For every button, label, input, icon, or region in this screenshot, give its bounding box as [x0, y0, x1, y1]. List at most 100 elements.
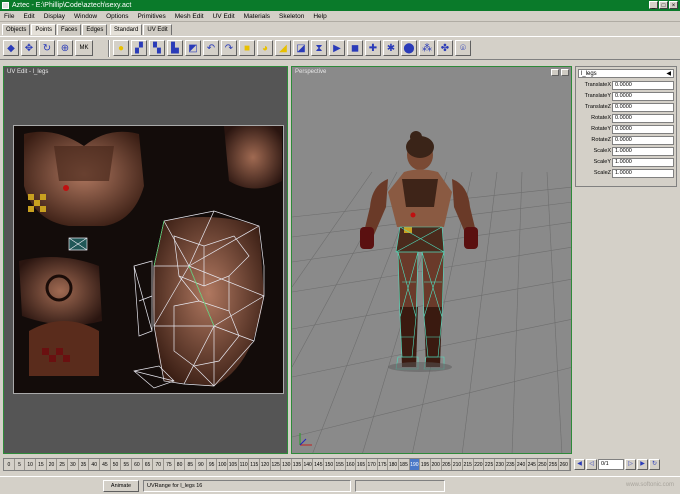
timeline-frame[interactable]: 155 — [335, 459, 346, 470]
rotate-y-field[interactable]: 0.0000 — [612, 124, 674, 134]
timeline-frame[interactable]: 235 — [506, 459, 517, 470]
timeline-frame[interactable]: 95 — [207, 459, 218, 470]
animate-button[interactable]: Animate — [103, 480, 139, 492]
menu-help[interactable]: Help — [313, 13, 326, 20]
timeline-frame[interactable]: 105 — [228, 459, 239, 470]
menu-file[interactable]: File — [4, 13, 14, 20]
extrude-icon[interactable]: ▙ — [167, 40, 183, 56]
help-icon[interactable]: ⌾ — [455, 40, 471, 56]
timeline-frame[interactable]: 260 — [559, 459, 570, 470]
maximize-button[interactable]: □ — [659, 1, 668, 9]
menu-window[interactable]: Window — [74, 13, 97, 20]
menu-display[interactable]: Display — [44, 13, 65, 20]
uv-edit-panel[interactable]: UV Edit - l_legs — [3, 66, 288, 454]
texture-icon[interactable]: ◢ — [275, 40, 291, 56]
timeline-frame[interactable]: 10 — [25, 459, 37, 470]
timeline-frame[interactable]: 50 — [111, 459, 122, 470]
timeline-frame[interactable]: 160 — [346, 459, 357, 470]
timeline-frame[interactable]: 70 — [153, 459, 165, 470]
timeline-frame[interactable]: 185 — [399, 459, 410, 470]
translate-y-field[interactable]: 0.0000 — [612, 91, 674, 101]
menu-skeleton[interactable]: Skeleton — [279, 13, 304, 20]
timeline-frame[interactable]: 180 — [388, 459, 399, 470]
rotate-tool-icon[interactable]: ↻ — [39, 40, 55, 56]
translate-z-field[interactable]: 0.0000 — [612, 102, 674, 112]
scale-tool-icon[interactable]: ⊕ — [57, 40, 73, 56]
uv-texture-image[interactable] — [13, 125, 284, 394]
skin-icon[interactable]: ✤ — [437, 40, 453, 56]
timeline-frame[interactable]: 175 — [378, 459, 389, 470]
timeline-frame[interactable]: 230 — [495, 459, 506, 470]
scale-x-field[interactable]: 1.0000 — [612, 146, 674, 156]
timeline-frame[interactable]: 190 — [409, 459, 421, 470]
timeline-frame[interactable]: 100 — [217, 459, 229, 470]
timeline-frame[interactable]: 195 — [420, 459, 431, 470]
timeline-frame[interactable]: 75 — [164, 459, 175, 470]
timeline-frame[interactable]: 40 — [89, 459, 101, 470]
menu-primitives[interactable]: Primitives — [138, 13, 166, 20]
timeline-frame[interactable]: 25 — [57, 459, 69, 470]
joint-icon[interactable]: ⬤ — [401, 40, 417, 56]
timeline-frame[interactable]: 80 — [175, 459, 186, 470]
weld-icon[interactable]: ▞ — [131, 40, 147, 56]
timeline-frame[interactable]: 200 — [431, 459, 442, 470]
timeline-frame[interactable]: 120 — [260, 459, 271, 470]
cube-icon[interactable]: ◼ — [347, 40, 363, 56]
scale-y-field[interactable]: 1.0000 — [612, 157, 674, 167]
chain-icon[interactable]: ⁂ — [419, 40, 435, 56]
tab-uv-edit[interactable]: UV Edit — [143, 24, 172, 35]
loop-icon[interactable]: ↻ — [649, 459, 660, 470]
select-tool-icon[interactable]: ◆ — [3, 40, 19, 56]
rewind-icon[interactable]: ◀ — [574, 459, 585, 470]
timeline-frame[interactable]: 55 — [121, 459, 133, 470]
timeline-frame[interactable]: 255 — [548, 459, 559, 470]
tab-objects[interactable]: Objects — [2, 24, 31, 35]
timeline-frame[interactable]: 245 — [527, 459, 538, 470]
timeline-frame[interactable]: 250 — [538, 459, 549, 470]
timeline-frame[interactable]: 115 — [249, 459, 261, 470]
object-select[interactable]: l_legs ◀ — [578, 69, 674, 78]
minimize-button[interactable]: _ — [649, 1, 658, 9]
timeline-frame[interactable]: 60 — [132, 459, 143, 470]
timeline-frame[interactable]: 140 — [303, 459, 314, 470]
timeline-frame[interactable]: 125 — [271, 459, 282, 470]
rotate-x-field[interactable]: 0.0000 — [612, 113, 674, 123]
timeline-frame[interactable]: 165 — [356, 459, 367, 470]
timeline-frame[interactable]: 225 — [484, 459, 495, 470]
bone-icon[interactable]: ✱ — [383, 40, 399, 56]
timeline-frame[interactable]: 20 — [47, 459, 58, 470]
step-forward-icon[interactable]: ▷ — [625, 459, 636, 470]
play-icon[interactable]: ▶ — [329, 40, 345, 56]
timeline-frame[interactable]: 205 — [442, 459, 453, 470]
perspective-viewport[interactable]: Perspective — [291, 66, 572, 454]
frame-field[interactable]: 0/1 — [598, 459, 624, 470]
close-button[interactable]: × — [669, 1, 678, 9]
light-icon[interactable]: ● — [113, 40, 129, 56]
material-icon[interactable]: ■ — [239, 40, 255, 56]
undo-icon[interactable]: ↶ — [203, 40, 219, 56]
menu-mesh-edit[interactable]: Mesh Edit — [175, 13, 204, 20]
timeline-slider[interactable]: 0 5 10 15 20 25 30 35 40 45 50 55 60 65 70 75 80 85 90 95 10… — [3, 458, 571, 471]
bevel-icon[interactable]: ◩ — [185, 40, 201, 56]
flip-icon[interactable]: ◪ — [293, 40, 309, 56]
scale-z-field[interactable]: 1.0000 — [612, 168, 674, 178]
timeline-frame[interactable]: 240 — [516, 459, 527, 470]
split-icon[interactable]: ▚ — [149, 40, 165, 56]
tab-standard[interactable]: Standard — [110, 24, 143, 35]
fast-forward-icon[interactable]: ▶ — [637, 459, 648, 470]
add-icon[interactable]: ✚ — [365, 40, 381, 56]
mirror-icon[interactable]: ⧗ — [311, 40, 327, 56]
timeline-frame[interactable]: 85 — [185, 459, 197, 470]
step-back-icon[interactable]: ◁ — [586, 459, 597, 470]
tab-edges[interactable]: Edges — [82, 24, 108, 35]
timeline-frame[interactable]: 150 — [324, 459, 335, 470]
menu-options[interactable]: Options — [106, 13, 128, 20]
timeline-frame[interactable]: 135 — [292, 459, 303, 470]
redo-icon[interactable]: ↷ — [221, 40, 237, 56]
timeline-frame[interactable]: 170 — [367, 459, 378, 470]
timeline-frame[interactable]: 220 — [474, 459, 485, 470]
timeline-frame[interactable]: 90 — [196, 459, 207, 470]
paint-icon[interactable]: ◕ — [257, 40, 273, 56]
rotate-z-field[interactable]: 0.0000 — [612, 135, 674, 145]
mk-button[interactable]: MK — [75, 40, 93, 56]
